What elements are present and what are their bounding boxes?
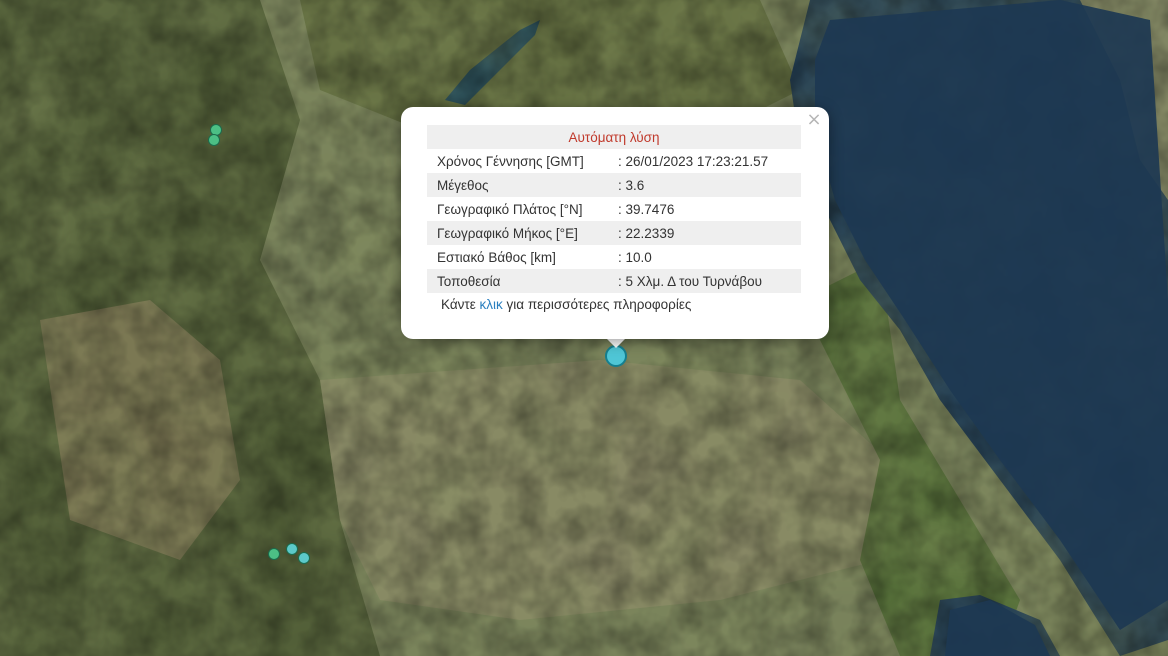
selected-earthquake-marker[interactable] bbox=[605, 345, 627, 367]
earthquake-marker[interactable] bbox=[298, 552, 310, 564]
magnitude-value: : 3.6 bbox=[618, 177, 645, 193]
earthquake-marker[interactable] bbox=[268, 548, 280, 560]
more-info-suffix: για περισσότερες πληροφορίες bbox=[506, 297, 692, 312]
more-info-prefix: Κάντε bbox=[441, 297, 476, 312]
earthquake-marker[interactable] bbox=[286, 543, 298, 555]
earthquake-marker[interactable] bbox=[208, 134, 220, 146]
magnitude-label: Μέγεθος bbox=[437, 177, 489, 193]
latitude-value: : 39.7476 bbox=[618, 201, 675, 217]
earthquake-info-popup: × Αυτόματη λύση Χρόνος Γέννησης [GMT] : … bbox=[401, 107, 829, 339]
origin-time-label: Χρόνος Γέννησης [GMT] bbox=[437, 153, 584, 169]
longitude-label: Γεωγραφικό Μήκος [°E] bbox=[437, 225, 578, 241]
more-info-link[interactable]: κλικ bbox=[480, 297, 503, 312]
location-value: : 5 Χλμ. Δ του Τυρνάβου bbox=[618, 273, 763, 289]
origin-time-value: : 26/01/2023 17:23:21.57 bbox=[618, 153, 769, 169]
location-label: Τοποθεσία bbox=[437, 273, 501, 289]
latitude-label: Γεωγραφικό Πλάτος [°N] bbox=[437, 201, 583, 217]
earthquake-info-table: Αυτόματη λύση Χρόνος Γέννησης [GMT] : 26… bbox=[427, 125, 801, 293]
popup-tip bbox=[606, 338, 626, 348]
more-info-text: Κάντε κλικ για περισσότερες πληροφορίες bbox=[441, 297, 691, 312]
close-icon[interactable]: × bbox=[805, 111, 823, 129]
depth-value: : 10.0 bbox=[618, 249, 652, 265]
longitude-value: : 22.2339 bbox=[618, 225, 675, 241]
popup-title: Αυτόματη λύση bbox=[568, 129, 660, 145]
depth-label: Εστιακό Βάθος [km] bbox=[437, 249, 556, 265]
